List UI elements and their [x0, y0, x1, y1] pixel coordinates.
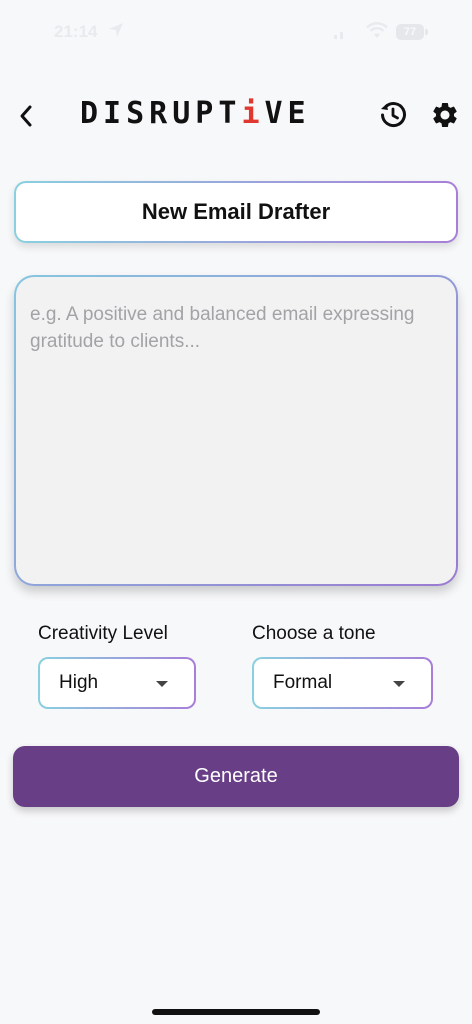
caret-down-icon — [393, 681, 405, 687]
caret-down-icon — [156, 681, 168, 687]
logo-text-accent: i — [241, 96, 265, 131]
status-bar: 21:14 77 — [0, 0, 472, 64]
prompt-input[interactable] — [16, 277, 456, 584]
settings-button[interactable] — [430, 100, 460, 130]
back-button[interactable] — [12, 100, 40, 132]
app-header: DISRUPTiVE — [0, 86, 472, 146]
logo-text-start: DISRUPT — [80, 96, 242, 131]
battery-tip — [425, 29, 428, 35]
tool-title: New Email Drafter — [141, 199, 331, 224]
status-time: 21:14 — [54, 22, 98, 41]
chevron-left-icon — [20, 105, 32, 127]
generate-label: Generate — [194, 765, 278, 787]
generate-button[interactable]: Generate — [13, 746, 459, 807]
history-icon — [381, 102, 406, 128]
location-arrow-icon — [109, 23, 123, 37]
creativity-label: Creativity Level — [38, 623, 168, 644]
home-indicator[interactable] — [152, 1009, 320, 1015]
wifi-icon — [366, 22, 388, 38]
tone-value: Formal — [273, 672, 333, 693]
creativity-value: High — [59, 672, 99, 693]
battery-indicator: 77 — [396, 24, 424, 40]
logo-text-end: VE — [264, 96, 311, 131]
disruptive-logo: DISRUPTiVE — [80, 96, 311, 131]
tone-label: Choose a tone — [252, 623, 376, 644]
tone-select[interactable]: Formal — [252, 657, 433, 709]
gear-icon — [433, 103, 457, 127]
history-button[interactable] — [378, 100, 408, 130]
prompt-container — [14, 275, 458, 586]
signal-icon — [334, 32, 343, 39]
creativity-select[interactable]: High — [38, 657, 196, 709]
tool-title-card: New Email Drafter — [14, 181, 458, 243]
